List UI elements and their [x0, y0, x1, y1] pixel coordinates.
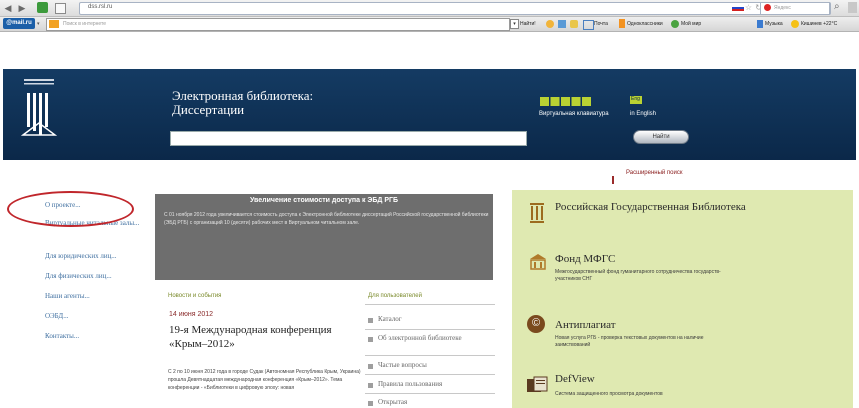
- nav-oebd[interactable]: ОЭБД...: [45, 312, 68, 320]
- antiplagiat-description: Новая услуга РГБ - проверка текстовых до…: [555, 335, 704, 348]
- mailru-logo[interactable]: @mail.ru: [3, 18, 35, 29]
- page-title-line2: Диссертации: [172, 102, 245, 117]
- toolbar-weather[interactable]: Кишинев +22°C: [801, 20, 837, 29]
- toolbar-mail[interactable]: Почта: [594, 20, 608, 29]
- announcement-body: С 01 ноября 2012 года увеличивается стои…: [164, 212, 489, 226]
- chevron-down-icon[interactable]: ▾: [37, 21, 40, 27]
- home-button-icon[interactable]: [848, 2, 857, 13]
- search-placeholder: Яндекс: [774, 5, 791, 11]
- yandex-icon: [764, 4, 771, 11]
- rgb-columns-icon: [530, 203, 544, 223]
- flag-icon: [732, 5, 744, 11]
- page-title-line1: Электронная библиотека:: [172, 88, 314, 103]
- partners-panel: Российская Государственная Библиотека Фо…: [512, 190, 853, 408]
- announcement-box[interactable]: Увеличение стоимости доступа к ЭБД РГБ С…: [155, 194, 493, 280]
- nav-contacts[interactable]: Контакты...: [45, 332, 79, 340]
- find-button[interactable]: Найти: [633, 130, 689, 144]
- virtual-keyboard-label[interactable]: Виртуальная клавиатура: [539, 111, 609, 117]
- music-icon[interactable]: [757, 20, 763, 28]
- users-divider: [365, 374, 495, 375]
- rgb-link[interactable]: Российская Государственная Библиотека: [555, 202, 845, 213]
- mfgs-building-icon: [530, 254, 546, 270]
- toolbar-find[interactable]: Найти!: [520, 20, 536, 29]
- bullet-icon: [368, 364, 373, 369]
- nav-agents[interactable]: Наши агенты...: [45, 292, 90, 300]
- browser-search-input[interactable]: Яндекс: [760, 2, 830, 15]
- page-title: Электронная библиотека: Диссертации: [172, 89, 313, 117]
- mfgs-description: Межгосударственный фонд гуманитарного со…: [555, 269, 721, 282]
- users-item-faq[interactable]: Частые вопросы: [378, 361, 427, 369]
- page-icon: [55, 3, 66, 14]
- magnifier-icon[interactable]: ⌕: [834, 1, 840, 12]
- users-divider: [365, 355, 495, 356]
- nav-legal-entities[interactable]: Для юридических лиц...: [45, 252, 117, 260]
- virtual-keyboard-icon[interactable]: [540, 97, 592, 109]
- main-search-input[interactable]: [170, 131, 527, 146]
- defview-book-icon: [527, 376, 548, 392]
- users-item-open[interactable]: Открытая: [378, 398, 407, 406]
- weather-icon[interactable]: [791, 20, 799, 28]
- news-heading[interactable]: Новости и события: [168, 293, 221, 299]
- rgb-logo-icon: [20, 79, 58, 136]
- english-flag-icon[interactable]: Eng: [630, 96, 642, 104]
- highlight-oval: [7, 191, 134, 227]
- address-text: dss.rsl.ru: [88, 4, 113, 10]
- users-divider: [365, 329, 495, 330]
- mail-icon[interactable]: [546, 20, 554, 28]
- eng-badge-text: Eng: [631, 96, 640, 102]
- defview-icon[interactable]: [526, 376, 548, 394]
- advanced-search-marker: [612, 176, 614, 184]
- star-icon[interactable]: ☆: [745, 3, 752, 12]
- advanced-search-link[interactable]: Расширенный поиск: [626, 170, 683, 176]
- antiplagiat-icon[interactable]: ©: [527, 315, 545, 333]
- forward-icon[interactable]: ▶: [17, 3, 27, 13]
- rgb-logo[interactable]: [20, 77, 58, 141]
- antiplagiat-link[interactable]: Антиплагиат: [555, 320, 616, 331]
- toolbar-music[interactable]: Музыка: [765, 20, 783, 29]
- search-engine-icon: [49, 20, 59, 28]
- rgb-building-icon[interactable]: [529, 202, 545, 223]
- mfgs-icon[interactable]: [529, 253, 546, 271]
- site-header: Электронная библиотека: Диссертации Вирт…: [3, 69, 856, 160]
- address-bar[interactable]: dss.rsl.ru ☆ ↻: [79, 2, 831, 15]
- copyright-icon: ©: [532, 317, 541, 329]
- users-item-rules[interactable]: Правила пользования: [378, 380, 442, 388]
- dropdown-arrow-icon[interactable]: ▾: [510, 19, 519, 29]
- users-item-catalog[interactable]: Каталог: [378, 315, 402, 323]
- odnoklassniki-icon[interactable]: [619, 19, 625, 28]
- nav-individuals[interactable]: Для физических лиц...: [45, 272, 112, 280]
- folder-icon[interactable]: [570, 20, 578, 28]
- keyboard-keys-icon: [540, 97, 591, 106]
- toolbar-ok[interactable]: Одноклассники: [627, 20, 663, 29]
- browser-navbar: ◀ ▶ dss.rsl.ru ☆ ↻ Яндекс ⌕: [0, 0, 859, 17]
- announcement-title[interactable]: Увеличение стоимости доступа к ЭБД РГБ: [155, 197, 493, 204]
- english-link[interactable]: in English: [630, 111, 656, 117]
- bullet-icon: [368, 401, 373, 406]
- users-heading: Для пользователей: [368, 293, 422, 299]
- defview-description: Система защищенного просмотра документов: [555, 391, 663, 397]
- users-divider: [365, 304, 495, 305]
- back-icon[interactable]: ◀: [3, 3, 13, 13]
- envelope-icon[interactable]: [583, 20, 594, 30]
- mfgs-link[interactable]: Фонд МФГС: [555, 254, 615, 265]
- pencil-icon[interactable]: [558, 20, 566, 28]
- news-title[interactable]: 19-я Международная конференция «Крым–201…: [169, 323, 359, 351]
- news-date: 14 июня 2012: [169, 311, 214, 318]
- users-divider: [365, 393, 495, 394]
- toolbar-search-input[interactable]: Поиск в интернете: [46, 18, 510, 31]
- bullet-icon: [368, 383, 373, 388]
- my-world-icon[interactable]: [671, 20, 679, 28]
- users-item-about-library[interactable]: Об электронной библиотеке: [378, 334, 468, 342]
- bullet-icon: [368, 318, 373, 323]
- home-icon[interactable]: [37, 2, 48, 13]
- mailru-toolbar: @mail.ru ▾ Поиск в интернете ▾ Найти! По…: [0, 17, 859, 32]
- bullet-icon: [368, 337, 373, 342]
- news-body: С 2 по 10 июня 2012 года в городе Судак …: [168, 369, 361, 391]
- defview-link[interactable]: DefView: [555, 374, 595, 385]
- toolbar-myworld[interactable]: Мой мир: [681, 20, 701, 29]
- toolbar-search-placeholder: Поиск в интернете: [63, 21, 107, 27]
